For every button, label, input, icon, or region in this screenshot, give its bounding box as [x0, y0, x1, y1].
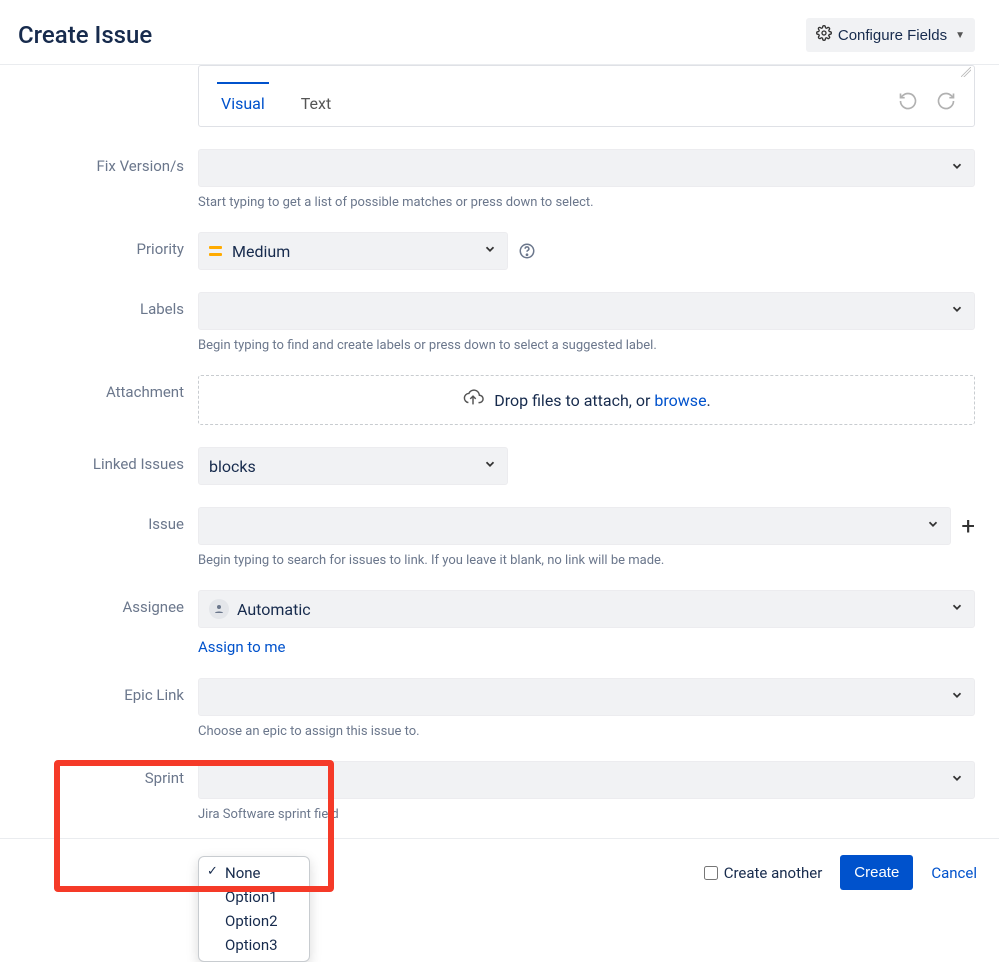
attachment-dropzone[interactable]: Drop files to attach, or browse.	[198, 375, 975, 425]
select-option[interactable]: Option1	[199, 885, 309, 909]
priority-select[interactable]: Medium	[198, 232, 508, 270]
chevron-down-icon	[950, 159, 964, 177]
attachment-label: Attachment	[0, 375, 198, 425]
create-another-checkbox[interactable]: Create another	[704, 864, 823, 882]
add-issue-button[interactable]: +	[961, 514, 975, 538]
linked-issues-value: blocks	[209, 457, 483, 476]
select-option[interactable]: Option2	[199, 909, 309, 933]
priority-label: Priority	[0, 232, 198, 270]
labels-label: Labels	[0, 292, 198, 353]
resize-handle-icon[interactable]	[199, 66, 974, 80]
labels-helper: Begin typing to find and create labels o…	[198, 338, 975, 353]
create-button[interactable]: Create	[840, 855, 913, 890]
select-option[interactable]: None	[199, 861, 309, 885]
chevron-down-icon	[950, 302, 964, 320]
epic-link-select[interactable]	[198, 678, 975, 716]
chevron-down-icon	[950, 688, 964, 706]
priority-value: Medium	[232, 242, 483, 261]
assignee-select[interactable]: Automatic	[198, 590, 975, 628]
chevron-down-icon	[926, 517, 940, 535]
assign-to-me-link[interactable]: Assign to me	[198, 638, 286, 656]
priority-medium-icon	[209, 246, 222, 256]
redo-icon[interactable]	[936, 91, 956, 115]
epic-link-label: Epic Link	[0, 678, 198, 739]
issue-label: Issue	[0, 507, 198, 568]
tab-visual[interactable]: Visual	[217, 82, 269, 123]
assignee-label: Assignee	[0, 590, 198, 656]
fix-version-helper: Start typing to get a list of possible m…	[198, 195, 975, 210]
select-option[interactable]: Option3	[199, 933, 309, 957]
configure-fields-label: Configure Fields	[838, 27, 947, 44]
sprint-helper: Jira Software sprint field	[198, 807, 975, 822]
chevron-down-icon	[950, 771, 964, 789]
sprint-select[interactable]	[198, 761, 975, 799]
cancel-button[interactable]: Cancel	[931, 864, 977, 882]
dropzone-text: Drop files to attach, or browse.	[494, 391, 711, 410]
description-editor[interactable]: Visual Text	[198, 65, 975, 127]
chevron-down-icon: ▼	[955, 30, 965, 41]
chevron-down-icon	[483, 457, 497, 475]
fix-version-select[interactable]	[198, 149, 975, 187]
sprint-label: Sprint	[0, 761, 198, 822]
labels-select[interactable]	[198, 292, 975, 330]
gear-icon	[816, 25, 832, 45]
configure-fields-button[interactable]: Configure Fields ▼	[806, 18, 975, 52]
issue-select[interactable]	[198, 507, 951, 545]
linked-issues-label: Linked Issues	[0, 447, 198, 485]
epic-link-helper: Choose an epic to assign this issue to.	[198, 724, 975, 739]
tab-text[interactable]: Text	[297, 84, 335, 123]
dialog-title: Create Issue	[18, 21, 152, 49]
linked-issues-select[interactable]: blocks	[198, 447, 508, 485]
create-another-label: Create another	[724, 864, 823, 882]
browse-link[interactable]: browse	[654, 391, 706, 410]
my-select-list-dropdown[interactable]: NoneOption1Option2Option3	[198, 856, 310, 962]
chevron-down-icon	[950, 600, 964, 618]
dialog-footer: Create another Create Cancel	[0, 838, 999, 906]
assignee-value: Automatic	[237, 600, 950, 619]
upload-icon	[462, 387, 484, 413]
fix-version-label: Fix Version/s	[0, 149, 198, 210]
user-icon	[209, 599, 229, 619]
undo-icon[interactable]	[898, 91, 918, 115]
create-another-input[interactable]	[704, 866, 718, 880]
issue-helper: Begin typing to search for issues to lin…	[198, 553, 975, 568]
chevron-down-icon	[483, 242, 497, 260]
help-icon[interactable]	[518, 242, 536, 260]
